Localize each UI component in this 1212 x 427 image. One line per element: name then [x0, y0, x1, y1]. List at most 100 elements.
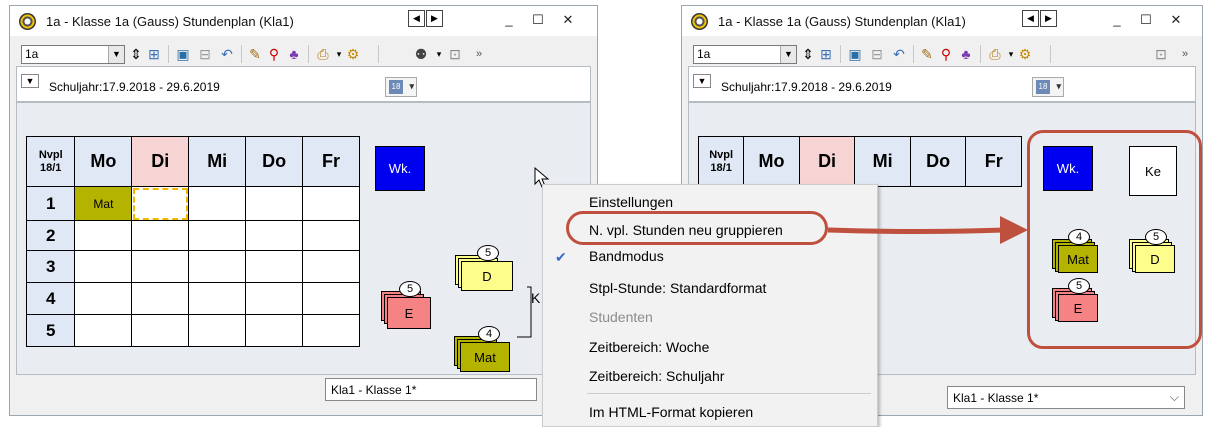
- timetable-cell[interactable]: [302, 314, 360, 347]
- period-header[interactable]: 4: [25, 282, 76, 315]
- day-header[interactable]: Mo: [74, 136, 133, 187]
- calendar-button[interactable]: 18 ▾: [1032, 77, 1064, 97]
- timetable-cell[interactable]: [74, 220, 133, 251]
- date-range-bar: ▼ Schuljahr:17.9.2018 - 29.6.2019 18 ▾: [688, 66, 1196, 102]
- calendar-button[interactable]: 18 ▾: [385, 77, 417, 97]
- spin-icon[interactable]: ⇕: [799, 45, 817, 63]
- timetable-cell[interactable]: [188, 186, 247, 221]
- close-button[interactable]: ✕: [1167, 12, 1185, 28]
- period-header[interactable]: 2: [25, 220, 76, 251]
- timetable-cell[interactable]: [302, 186, 360, 221]
- grid-expand-icon[interactable]: ⊞: [145, 45, 163, 63]
- lock-icon[interactable]: ⊟: [196, 45, 214, 63]
- chevron-down-icon[interactable]: ⌵: [1170, 390, 1179, 405]
- unscheduled-lesson-e[interactable]: E 5: [381, 281, 431, 329]
- timetable-cell[interactable]: [302, 282, 360, 315]
- day-header[interactable]: Di: [131, 136, 190, 187]
- collapse-arrow-icon[interactable]: ▼: [21, 74, 39, 88]
- class-footer-select[interactable]: Kla1 - Klasse 1*: [325, 378, 537, 401]
- class-select[interactable]: 1a ▼: [693, 45, 797, 64]
- save-icon[interactable]: ▣: [846, 45, 864, 63]
- title-bar[interactable]: 1a - Klasse 1a (Gauss) Stundenplan (Kla1…: [10, 6, 597, 36]
- chevron-down-icon[interactable]: ▼: [108, 46, 124, 63]
- timetable-cell[interactable]: [245, 282, 304, 315]
- settings-gear-icon[interactable]: ⚙: [1016, 45, 1034, 63]
- network-icon[interactable]: ⊡: [1152, 45, 1170, 63]
- period-header[interactable]: 1: [25, 186, 76, 221]
- edit-pencil-icon[interactable]: ✎: [918, 45, 936, 63]
- timetable-cell[interactable]: [131, 250, 190, 283]
- day-header[interactable]: Fr: [965, 136, 1022, 187]
- wk-card[interactable]: Wk.: [375, 146, 425, 191]
- period-header[interactable]: 5: [25, 314, 76, 347]
- timetable-cell[interactable]: [131, 220, 190, 251]
- checkmark-icon: ✔: [555, 249, 567, 265]
- period-header[interactable]: 3: [25, 250, 76, 283]
- day-header[interactable]: Do: [909, 136, 967, 187]
- teacher-icon[interactable]: ♣: [285, 45, 303, 63]
- overflow-icon[interactable]: »: [1176, 45, 1194, 63]
- calendar-icon: 18: [1036, 80, 1050, 94]
- timetable-cell[interactable]: [188, 314, 247, 347]
- next-arrow-icon[interactable]: ▶: [426, 10, 443, 27]
- spin-icon[interactable]: ⇕: [127, 45, 145, 63]
- edit-pencil-icon[interactable]: ✎: [246, 45, 264, 63]
- timetable-cell[interactable]: [131, 314, 190, 347]
- day-header[interactable]: Mi: [188, 136, 247, 187]
- network-icon[interactable]: ⊡: [446, 45, 464, 63]
- timetable-cell[interactable]: [74, 282, 133, 315]
- calendar-icon: 18: [389, 80, 403, 94]
- prev-arrow-icon[interactable]: ◀: [1022, 10, 1039, 27]
- timetable-grid: Nvpl 18/1 Mo Di Mi Do Fr 1 Mat 2 3 4 5: [25, 136, 360, 347]
- timetable-cell[interactable]: [245, 220, 304, 251]
- timetable-cell[interactable]: [245, 250, 304, 283]
- timetable-cell[interactable]: [131, 282, 190, 315]
- timetable-cell[interactable]: [302, 250, 360, 283]
- users-icon[interactable]: ⚉: [412, 45, 430, 63]
- menu-item-zeitbereich-schuljahr[interactable]: Zeitbereich: Schuljahr: [575, 363, 877, 389]
- maximize-button[interactable]: ☐: [529, 12, 547, 28]
- chevron-down-icon[interactable]: ▼: [780, 46, 796, 63]
- class-select[interactable]: 1a ▼: [21, 45, 125, 64]
- menu-item-html-copy[interactable]: Im HTML-Format kopieren: [575, 399, 877, 425]
- timetable-cell[interactable]: [74, 250, 133, 283]
- prev-arrow-icon[interactable]: ◀: [408, 10, 425, 27]
- timetable-cell[interactable]: [245, 314, 304, 347]
- unscheduled-lesson-mat[interactable]: Mat 4: [454, 326, 510, 372]
- teacher-icon[interactable]: ♣: [957, 45, 975, 63]
- day-header[interactable]: Mo: [743, 136, 800, 187]
- maximize-button[interactable]: ☐: [1137, 12, 1155, 28]
- timetable-cell[interactable]: [74, 314, 133, 347]
- menu-item-standardformat[interactable]: Stpl-Stunde: Standardformat: [575, 275, 877, 301]
- selected-cell[interactable]: [131, 186, 190, 221]
- grid-corner: Nvpl 18/1: [25, 136, 76, 187]
- toolbar: 1a ▼ ⇕ ⊞ ▣ ⊟ ↶ ✎ ⚲ ♣ ⎙ ▾ ⚙ ⚉ ▾ ⊡ »: [10, 36, 597, 66]
- undo-icon[interactable]: ↶: [218, 45, 236, 63]
- day-header[interactable]: Mi: [854, 136, 911, 187]
- timetable-cell[interactable]: [245, 186, 304, 221]
- day-header[interactable]: Do: [245, 136, 304, 187]
- close-button[interactable]: ✕: [559, 12, 577, 28]
- search-icon[interactable]: ⚲: [937, 45, 955, 63]
- minimize-button[interactable]: _: [500, 12, 518, 27]
- day-header[interactable]: Fr: [302, 136, 360, 187]
- settings-gear-icon[interactable]: ⚙: [344, 45, 362, 63]
- class-footer-select[interactable]: Kla1 - Klasse 1* ⌵: [947, 386, 1185, 409]
- next-arrow-icon[interactable]: ▶: [1040, 10, 1057, 27]
- search-icon[interactable]: ⚲: [265, 45, 283, 63]
- lesson-cell[interactable]: Mat: [74, 186, 133, 221]
- timetable-cell[interactable]: [188, 250, 247, 283]
- timetable-cell[interactable]: [188, 282, 247, 315]
- save-icon[interactable]: ▣: [174, 45, 192, 63]
- collapse-arrow-icon[interactable]: ▼: [693, 74, 711, 88]
- timetable-cell[interactable]: [188, 220, 247, 251]
- undo-icon[interactable]: ↶: [890, 45, 908, 63]
- grid-expand-icon[interactable]: ⊞: [817, 45, 835, 63]
- day-header[interactable]: Di: [798, 136, 856, 187]
- minimize-button[interactable]: _: [1108, 12, 1126, 27]
- timetable-cell[interactable]: [302, 220, 360, 251]
- menu-item-zeitbereich-woche[interactable]: Zeitbereich: Woche: [575, 334, 877, 360]
- overflow-icon[interactable]: »: [470, 45, 488, 63]
- lock-icon[interactable]: ⊟: [868, 45, 886, 63]
- title-bar[interactable]: 1a - Klasse 1a (Gauss) Stundenplan (Kla1…: [682, 6, 1202, 36]
